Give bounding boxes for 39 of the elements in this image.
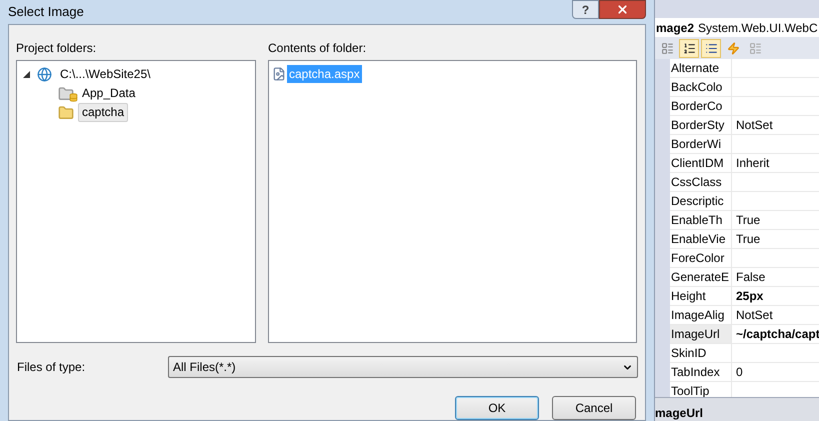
property-name[interactable]: ImageAlig — [670, 306, 732, 324]
property-value: 25px — [735, 288, 764, 305]
property-name[interactable]: BackColo — [670, 78, 732, 96]
property-value: Inherit — [735, 155, 770, 172]
object-type: System.Web.UI.WebC — [698, 20, 818, 36]
property-name[interactable]: CssClass — [670, 173, 732, 191]
property-name[interactable]: Alternate — [670, 59, 732, 77]
property-name[interactable]: BorderSty — [670, 116, 732, 134]
property-value: 0 — [735, 364, 743, 381]
tree-item[interactable]: captcha — [78, 103, 128, 122]
help-button[interactable]: ? — [572, 0, 599, 19]
description-title: mageUrl — [655, 406, 704, 420]
property-name[interactable]: EnableVie — [670, 230, 732, 248]
property-name[interactable]: TabIndex — [670, 363, 732, 381]
tree-item[interactable]: C:\...\WebSite25\ — [56, 65, 154, 84]
property-name[interactable]: BorderWi — [670, 135, 732, 153]
property-value: NotSet — [735, 307, 773, 324]
property-name[interactable]: Descriptic — [670, 192, 732, 210]
property-name[interactable]: SkinID — [670, 344, 732, 362]
ok-button[interactable]: OK — [455, 396, 539, 420]
property-name[interactable]: ImageUrl — [670, 325, 732, 343]
project-folders-label: Project folders: — [16, 40, 98, 57]
property-value: True — [735, 212, 760, 229]
window-title: Select Image — [8, 3, 84, 21]
property-value: NotSet — [735, 117, 773, 134]
property-value: True — [735, 231, 760, 248]
object-name: mage2 — [656, 20, 694, 36]
files-of-type-label: Files of type: — [16, 359, 86, 376]
property-name[interactable]: ForeColor — [670, 249, 732, 267]
property-name[interactable]: BorderCo — [670, 97, 732, 115]
property-name[interactable]: EnableTh — [670, 211, 732, 229]
tree-item[interactable]: App_Data — [78, 84, 140, 103]
property-name[interactable]: GenerateE — [670, 268, 732, 286]
property-name[interactable]: ClientIDM — [670, 154, 732, 172]
property-name[interactable]: Height — [670, 287, 732, 305]
property-value: False — [735, 269, 766, 286]
cancel-button[interactable]: Cancel — [552, 396, 636, 420]
file-type-dropdown[interactable]: All Files(*.*) — [168, 356, 638, 378]
contents-label: Contents of folder: — [268, 40, 368, 57]
